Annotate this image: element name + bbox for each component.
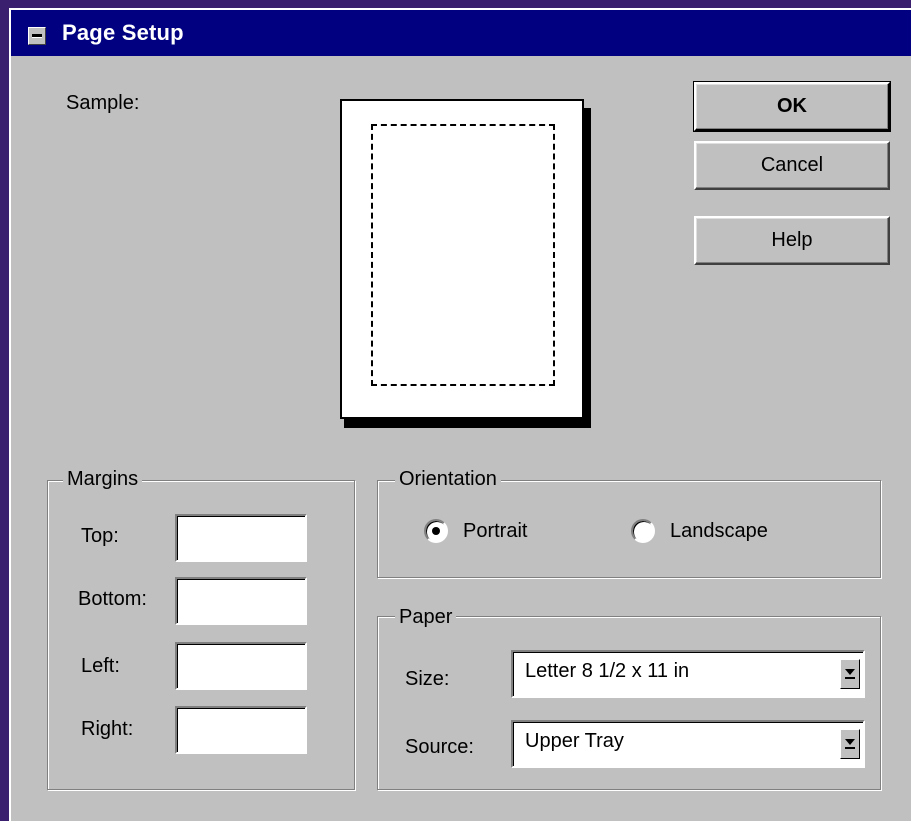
sample-margin-outline xyxy=(371,124,555,386)
help-button[interactable]: Help xyxy=(694,216,890,265)
system-menu-icon[interactable] xyxy=(28,27,46,45)
sample-label: Sample: xyxy=(66,92,140,114)
landscape-radio[interactable] xyxy=(631,519,655,543)
top-margin-input[interactable] xyxy=(175,514,307,562)
paper-group-label: Paper xyxy=(395,606,457,629)
orientation-group xyxy=(377,480,881,578)
window-title: Page Setup xyxy=(62,20,184,45)
right-margin-label: Right: xyxy=(81,718,134,740)
paper-size-dropdown[interactable]: Letter 8 1/2 x 11 in xyxy=(511,650,865,698)
paper-source-dropdown[interactable]: Upper Tray xyxy=(511,720,865,768)
page-setup-dialog: Page Setup Sample: OK Cancel Help Margin… xyxy=(9,8,911,821)
bottom-margin-label: Bottom: xyxy=(78,588,147,610)
left-margin-input[interactable] xyxy=(175,642,307,690)
margins-group-label: Margins xyxy=(63,468,143,491)
top-margin-label: Top: xyxy=(81,525,119,547)
paper-source-label: Source: xyxy=(405,736,474,758)
title-bar[interactable]: Page Setup xyxy=(11,10,911,56)
right-margin-input[interactable] xyxy=(175,706,307,754)
ok-button[interactable]: OK xyxy=(693,81,891,132)
portrait-radio[interactable] xyxy=(424,519,448,543)
left-margin-label: Left: xyxy=(81,655,120,677)
cancel-button[interactable]: Cancel xyxy=(694,141,890,190)
sample-page-preview xyxy=(340,99,584,419)
paper-source-dropdown-arrow-icon[interactable] xyxy=(840,729,860,759)
orientation-group-label: Orientation xyxy=(395,468,501,491)
paper-size-value: Letter 8 1/2 x 11 in xyxy=(525,660,690,682)
portrait-radio-dot xyxy=(432,527,440,535)
paper-size-dropdown-arrow-icon[interactable] xyxy=(840,659,860,689)
paper-source-value: Upper Tray xyxy=(525,730,624,752)
paper-size-label: Size: xyxy=(405,668,450,690)
portrait-label[interactable]: Portrait xyxy=(463,520,527,543)
landscape-label[interactable]: Landscape xyxy=(670,520,768,543)
bottom-margin-input[interactable] xyxy=(175,577,307,625)
